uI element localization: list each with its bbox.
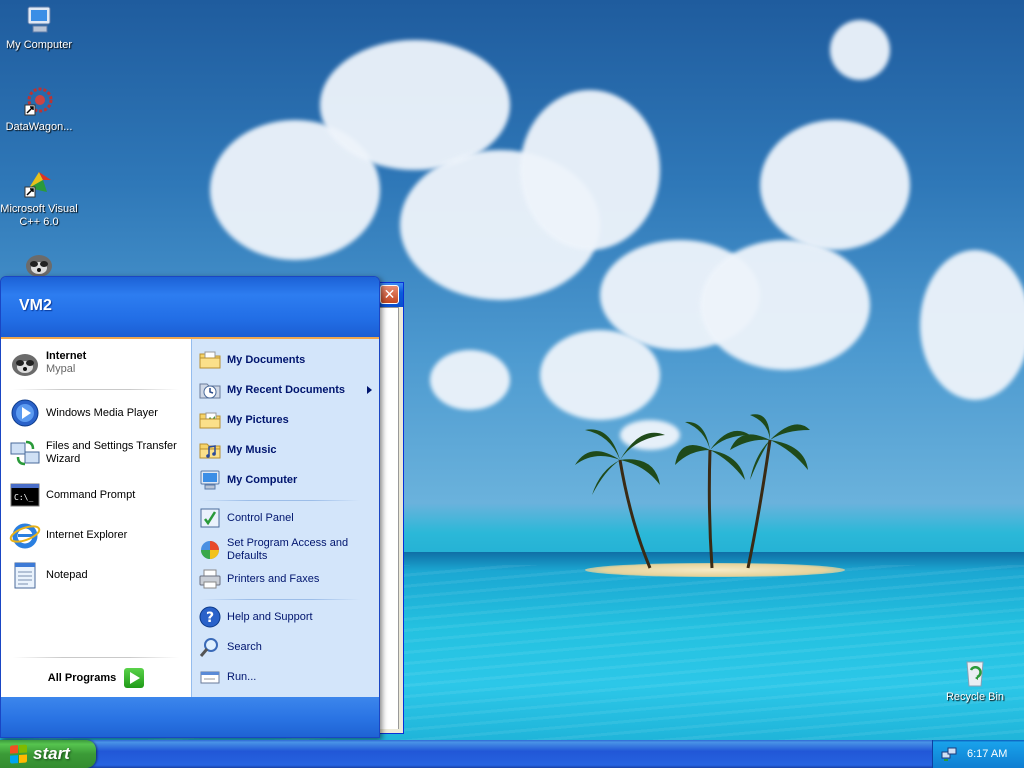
recent-item-notepad[interactable]: Notepad xyxy=(9,557,187,593)
place-my-recent-documents[interactable]: My Recent Documents xyxy=(198,376,374,404)
start-button-label: start xyxy=(33,744,70,763)
folder-documents-icon xyxy=(198,348,222,372)
desktop-icon-my-computer[interactable]: My Computer xyxy=(0,4,78,52)
start-button[interactable]: start xyxy=(0,740,96,768)
help-label: Search xyxy=(227,640,262,653)
start-menu-left-pane: Internet Mypal Windows Media Player File… xyxy=(1,339,191,697)
place-my-music[interactable]: My Music xyxy=(198,436,374,464)
start-menu-right-pane: My Documents My Recent Documents My Pict… xyxy=(191,339,379,697)
recent-item-label: Windows Media Player xyxy=(46,406,158,419)
recent-item-label: Files and Settings Transfer Wizard xyxy=(46,440,177,465)
recent-item-internet-explorer[interactable]: Internet Explorer xyxy=(9,517,187,553)
recent-item-command-prompt[interactable]: C:\_ Command Prompt xyxy=(9,477,187,513)
system-label: Control Panel xyxy=(227,511,294,524)
wallpaper-cloud xyxy=(830,20,890,80)
submenu-arrow-icon xyxy=(367,386,372,394)
printer-icon xyxy=(198,567,222,591)
internet-explorer-icon xyxy=(9,519,41,551)
run-icon xyxy=(198,665,222,689)
green-arrow-icon xyxy=(124,668,145,688)
transfer-wizard-icon xyxy=(9,437,41,469)
palm-trees-graphic xyxy=(575,414,810,569)
taskbar[interactable]: start 6:17 AM xyxy=(0,740,1024,768)
notepad-icon xyxy=(9,559,41,591)
desktop-icon-label: Recycle Bin xyxy=(945,691,1005,703)
program-access-icon xyxy=(198,538,222,562)
system-set-program-access[interactable]: Set Program Access and Defaults xyxy=(198,534,374,566)
svg-text:?: ? xyxy=(206,610,214,626)
desktop-icon-visual-cpp[interactable]: Microsoft Visual C++ 6.0 xyxy=(0,168,78,229)
datawagon-icon xyxy=(23,86,55,118)
pinned-item-subtitle: Mypal xyxy=(46,363,76,375)
window-close-button[interactable]: ✕ xyxy=(380,285,399,304)
start-menu[interactable]: VM2 Internet Mypal Windows Media Player xyxy=(0,276,380,738)
place-label: My Documents xyxy=(227,353,306,366)
system-label: Set Program Access and Defaults xyxy=(227,537,349,562)
desktop-icon-label: My Computer xyxy=(5,39,73,51)
place-my-pictures[interactable]: My Pictures xyxy=(198,406,374,434)
wallpaper-cloud xyxy=(920,250,1024,400)
computer-icon xyxy=(198,468,222,492)
place-my-documents[interactable]: My Documents xyxy=(198,346,374,374)
desktop-icon-recycle-bin[interactable]: Recycle Bin xyxy=(936,656,1014,704)
wallpaper-cloud xyxy=(430,350,510,410)
place-label: My Computer xyxy=(227,473,298,486)
places-separator xyxy=(200,500,360,501)
help-and-support[interactable]: ? Help and Support xyxy=(198,603,374,631)
wallpaper-cloud xyxy=(700,240,870,370)
place-label: My Recent Documents xyxy=(227,383,345,396)
wallpaper-cloud xyxy=(760,120,910,250)
help-label: Help and Support xyxy=(227,610,313,623)
folder-pictures-icon xyxy=(198,408,222,432)
start-menu-footer xyxy=(1,697,379,737)
pinned-item-internet[interactable]: Internet Mypal xyxy=(9,343,187,383)
desktop-icon-label: Microsoft Visual C++ 6.0 xyxy=(0,203,78,228)
recent-item-windows-media-player[interactable]: Windows Media Player xyxy=(9,395,187,431)
raccoon-browser-icon xyxy=(9,347,41,379)
folder-music-icon xyxy=(198,438,222,462)
recent-documents-icon xyxy=(198,378,222,402)
recent-item-label: Internet Explorer xyxy=(46,528,128,541)
system-control-panel[interactable]: Control Panel xyxy=(198,504,374,532)
start-menu-header: VM2 xyxy=(1,277,379,339)
system-printers-faxes[interactable]: Printers and Faxes xyxy=(198,565,374,593)
network-icon[interactable] xyxy=(941,746,957,762)
help-icon: ? xyxy=(198,605,222,629)
system-tray: 6:17 AM xyxy=(932,740,1024,768)
all-programs-separator xyxy=(13,657,179,658)
search[interactable]: Search xyxy=(198,633,374,661)
all-programs-button[interactable]: All Programs xyxy=(1,659,191,697)
place-label: My Music xyxy=(227,443,277,456)
wallpaper-cloud xyxy=(540,330,660,420)
user-name: VM2 xyxy=(19,297,52,314)
wallpaper-cloud xyxy=(520,90,660,250)
clock[interactable]: 6:17 AM xyxy=(967,748,1007,760)
desktop-icon-label: DataWagon... xyxy=(5,121,73,133)
svg-text:C:\_: C:\_ xyxy=(14,493,33,502)
place-my-computer[interactable]: My Computer xyxy=(198,466,374,494)
windows-flag-icon xyxy=(10,744,28,764)
pinned-separator xyxy=(13,389,179,390)
recycle-bin-icon xyxy=(959,656,991,688)
visual-cpp-icon xyxy=(23,168,55,200)
system-separator xyxy=(200,599,360,600)
all-programs-label: All Programs xyxy=(47,672,117,684)
control-panel-icon xyxy=(198,506,222,530)
search-icon xyxy=(198,635,222,659)
pinned-item-title: Internet xyxy=(46,350,87,362)
place-label: My Pictures xyxy=(227,413,289,426)
recent-item-files-settings-transfer[interactable]: Files and Settings Transfer Wizard xyxy=(9,435,187,471)
help-label: Run... xyxy=(227,670,257,683)
my-computer-icon xyxy=(23,4,55,36)
run[interactable]: Run... xyxy=(198,663,374,691)
command-prompt-icon: C:\_ xyxy=(9,479,41,511)
media-player-icon xyxy=(9,397,41,429)
recent-item-label: Command Prompt xyxy=(46,488,136,501)
start-menu-body: Internet Mypal Windows Media Player File… xyxy=(1,339,379,697)
desktop-icon-datawagon[interactable]: DataWagon... xyxy=(0,86,78,134)
system-label: Printers and Faxes xyxy=(227,572,320,585)
recent-item-label: Notepad xyxy=(46,568,88,581)
